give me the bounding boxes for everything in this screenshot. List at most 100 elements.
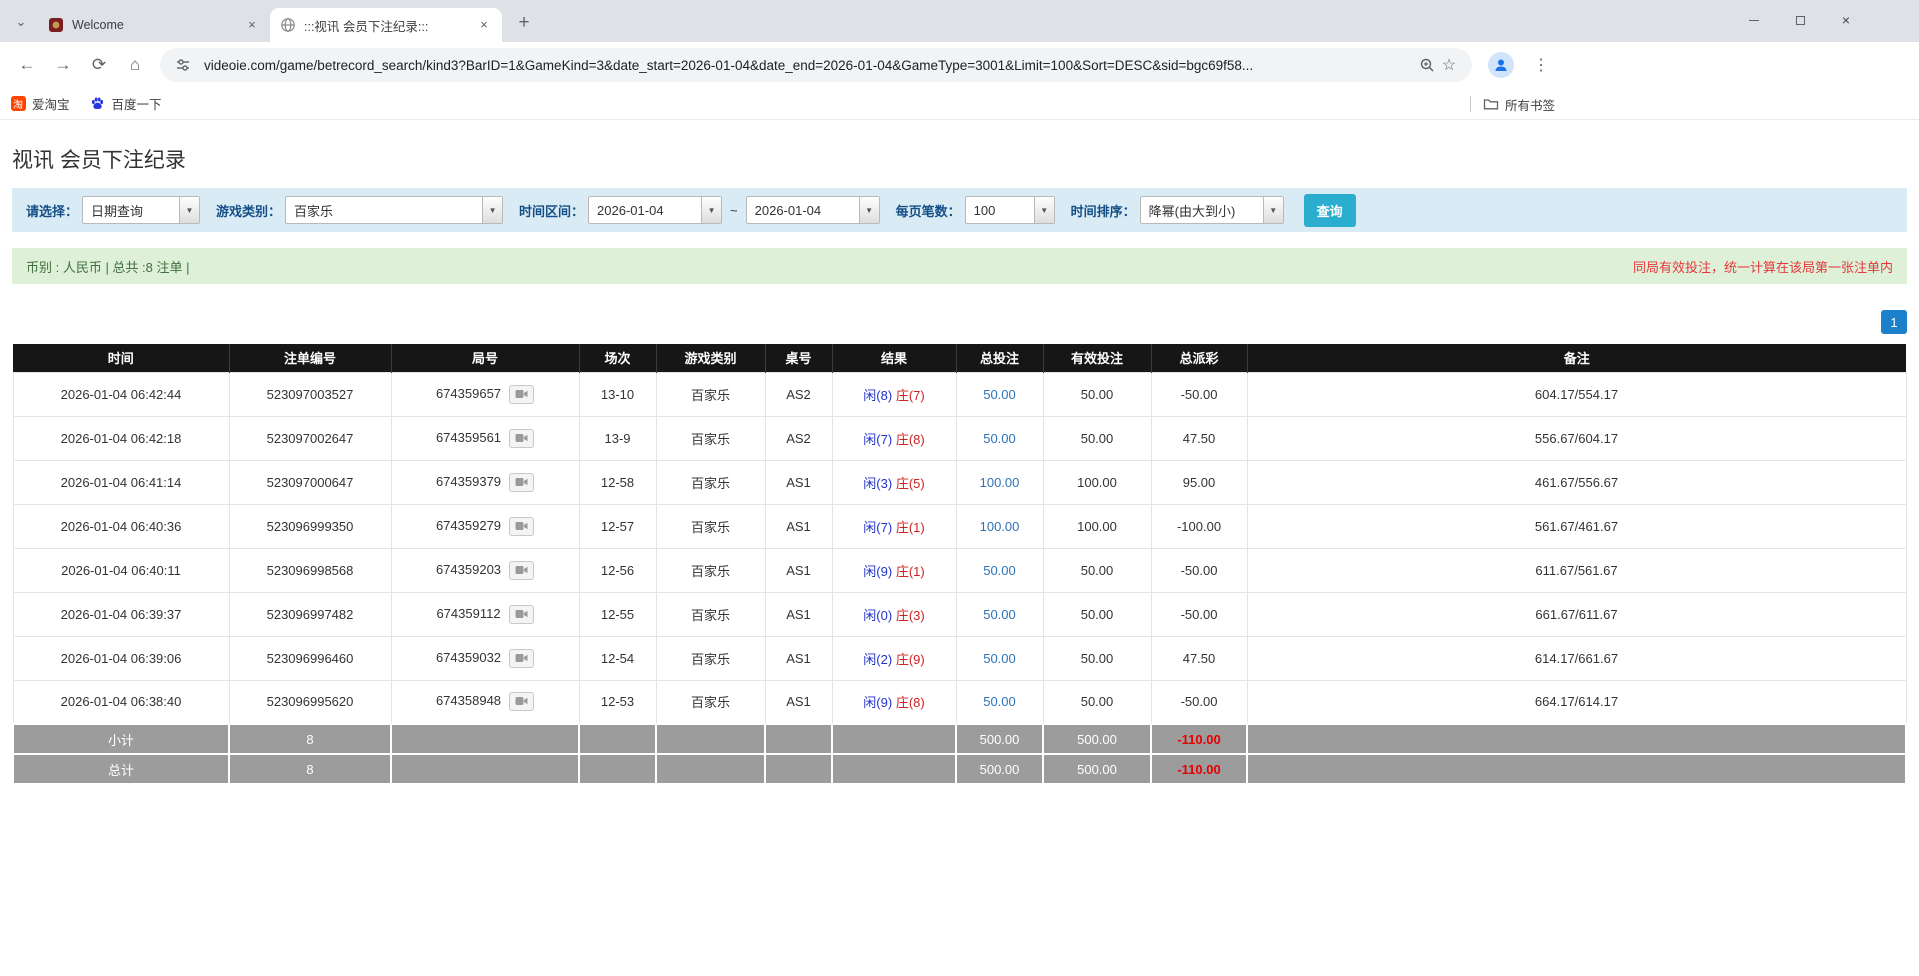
new-tab-button[interactable]: +	[510, 9, 538, 37]
cell-time: 2026-01-04 06:41:14	[13, 460, 229, 504]
total-bet-link[interactable]: 50.00	[983, 563, 1016, 578]
profile-avatar[interactable]	[1488, 52, 1514, 78]
subtotal-label: 小计	[13, 724, 229, 754]
query-type-value[interactable]	[83, 197, 179, 223]
search-button[interactable]: 查询	[1304, 194, 1356, 227]
replay-video-button[interactable]	[509, 692, 534, 711]
page-content: 视讯 会员下注纪录 请选择： ▼ 游戏类别： ▼ 时间区间： ▼ ~ ▼ 每页笔…	[0, 144, 1919, 785]
cell-table-no: AS1	[765, 680, 832, 724]
refresh-button[interactable]: ⟳	[82, 48, 116, 82]
cell-game-kind: 百家乐	[656, 592, 765, 636]
cell-result: 闲(2) 庄(9)	[832, 636, 956, 680]
tab-close-icon[interactable]: ×	[476, 17, 492, 33]
browser-menu-icon[interactable]: ⋮	[1528, 52, 1554, 78]
total-bet-link[interactable]: 100.00	[980, 475, 1020, 490]
replay-video-button[interactable]	[509, 561, 534, 580]
tab-close-icon[interactable]: ×	[244, 17, 260, 33]
browser-tab-betrecord[interactable]: :::视讯 会员下注纪录::: ×	[270, 8, 502, 42]
maximize-button[interactable]	[1777, 0, 1823, 40]
time-sort-dropdown[interactable]: ▼	[1140, 196, 1284, 224]
back-button[interactable]: ←	[10, 48, 44, 82]
chevron-down-icon[interactable]: ▼	[701, 197, 721, 223]
page-size-label: 每页笔数：	[896, 201, 961, 220]
column-header-time: 时间	[13, 344, 229, 372]
result-player: 闲(8)	[863, 388, 892, 403]
chevron-down-icon[interactable]: ▼	[482, 197, 502, 223]
table-body: 2026-01-04 06:42:44523097003527674359657…	[13, 372, 1906, 724]
date-start-value[interactable]	[589, 197, 701, 223]
total-bet-link[interactable]: 100.00	[980, 519, 1020, 534]
replay-video-button[interactable]	[509, 517, 534, 536]
cell-remark: 604.17/554.17	[1247, 372, 1906, 416]
home-button[interactable]: ⌂	[118, 48, 152, 82]
replay-video-button[interactable]	[509, 649, 534, 668]
replay-video-button[interactable]	[509, 473, 534, 492]
time-sort-value[interactable]	[1141, 197, 1263, 223]
bookmark-label: 爱淘宝	[32, 94, 70, 113]
replay-video-button[interactable]	[509, 429, 534, 448]
page-number-button[interactable]: 1	[1881, 310, 1907, 334]
cell-remark: 661.67/611.67	[1247, 592, 1906, 636]
cell-payout: -50.00	[1151, 548, 1247, 592]
navigation-bar: ← → ⟳ ⌂ videoie.com/game/betrecord_searc…	[0, 42, 1919, 88]
cell-bet-id: 523096996460	[229, 636, 391, 680]
bookmark-baidu[interactable]: 百度一下	[90, 94, 162, 113]
result-player: 闲(2)	[863, 652, 892, 667]
filter-bar: 请选择： ▼ 游戏类别： ▼ 时间区间： ▼ ~ ▼ 每页笔数： ▼ 时间排序：…	[12, 188, 1907, 232]
total-empty-table	[765, 754, 832, 784]
chevron-down-icon[interactable]: ▼	[859, 197, 879, 223]
total-bet-link[interactable]: 50.00	[983, 431, 1016, 446]
cell-time: 2026-01-04 06:39:37	[13, 592, 229, 636]
cell-payout: -50.00	[1151, 592, 1247, 636]
total-count: 8	[229, 754, 391, 784]
total-label: 总计	[13, 754, 229, 784]
replay-video-button[interactable]	[509, 385, 534, 404]
minimize-button[interactable]	[1731, 0, 1777, 40]
total-empty-session	[579, 754, 656, 784]
bookmark-taobao[interactable]: 淘 爱淘宝	[10, 94, 70, 113]
cell-time: 2026-01-04 06:42:18	[13, 416, 229, 460]
cell-game-kind: 百家乐	[656, 680, 765, 724]
site-settings-icon[interactable]	[172, 55, 194, 75]
table-row: 2026-01-04 06:40:11523096998568674359203…	[13, 548, 1906, 592]
zoom-icon[interactable]	[1416, 55, 1438, 75]
tab-search-button[interactable]: ⌄	[10, 11, 32, 33]
chevron-down-icon[interactable]: ▼	[179, 197, 199, 223]
date-end-dropdown[interactable]: ▼	[746, 196, 880, 224]
forward-button[interactable]: →	[46, 48, 80, 82]
all-bookmarks-button[interactable]: 所有书签	[1483, 95, 1555, 114]
video-camera-icon	[515, 563, 528, 578]
column-header-remark: 备注	[1247, 344, 1906, 372]
browser-tab-welcome[interactable]: Welcome ×	[38, 8, 270, 42]
replay-video-button[interactable]	[509, 605, 534, 624]
query-type-dropdown[interactable]: ▼	[82, 196, 200, 224]
maximize-icon	[1796, 16, 1805, 25]
chevron-down-icon[interactable]: ▼	[1034, 197, 1054, 223]
date-start-dropdown[interactable]: ▼	[588, 196, 722, 224]
cell-table-no: AS1	[765, 636, 832, 680]
game-kind-value[interactable]	[286, 197, 482, 223]
page-size-value[interactable]	[966, 197, 1034, 223]
chevron-down-icon[interactable]: ▼	[1263, 197, 1283, 223]
total-bet-link[interactable]: 50.00	[983, 607, 1016, 622]
total-bet-link[interactable]: 50.00	[983, 651, 1016, 666]
total-bet-link[interactable]: 50.00	[983, 694, 1016, 709]
cell-total-bet: 50.00	[956, 680, 1043, 724]
cell-session: 12-57	[579, 504, 656, 548]
address-bar[interactable]: videoie.com/game/betrecord_search/kind3?…	[160, 48, 1472, 82]
cell-result: 闲(7) 庄(1)	[832, 504, 956, 548]
cell-table-no: AS1	[765, 592, 832, 636]
window-controls: ×	[1731, 0, 1869, 40]
game-kind-dropdown[interactable]: ▼	[285, 196, 503, 224]
page-size-dropdown[interactable]: ▼	[965, 196, 1055, 224]
page-title: 视讯 会员下注纪录	[12, 144, 1907, 174]
total-empty-remark	[1247, 754, 1906, 784]
bookmark-star-icon[interactable]: ☆	[1438, 55, 1460, 75]
cell-bet-id: 523096995620	[229, 680, 391, 724]
bookmarks-divider	[1470, 96, 1471, 112]
date-end-value[interactable]	[747, 197, 859, 223]
video-camera-icon	[515, 387, 528, 402]
total-bet-link[interactable]: 50.00	[983, 387, 1016, 402]
close-button[interactable]: ×	[1823, 0, 1869, 40]
cell-remark: 611.67/561.67	[1247, 548, 1906, 592]
